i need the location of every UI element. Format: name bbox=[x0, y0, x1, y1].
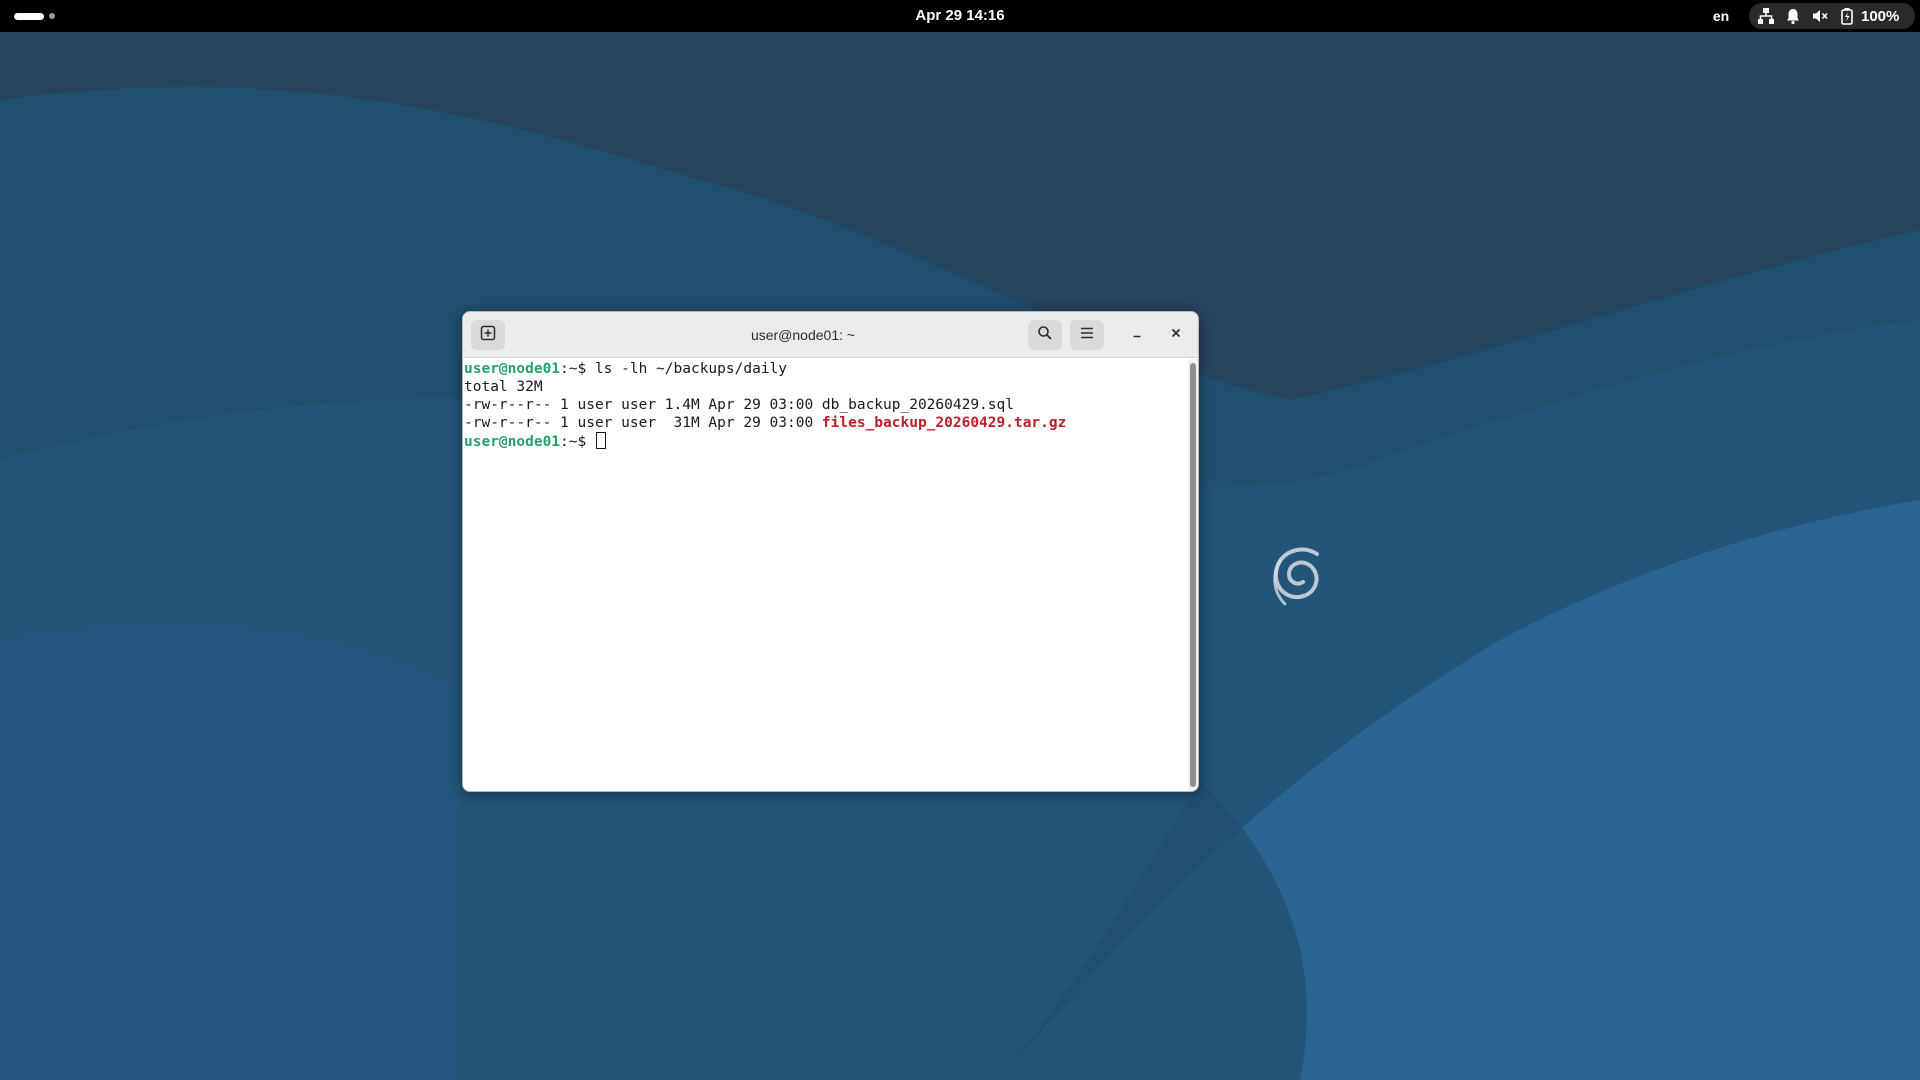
terminal-window[interactable]: user@node01: ~ user@node01:~$ ls -lh ~/b… bbox=[462, 311, 1199, 792]
search-icon bbox=[1037, 325, 1053, 346]
terminal-output[interactable]: user@node01:~$ ls -lh ~/backups/daily tot… bbox=[463, 359, 1187, 791]
hamburger-menu-icon bbox=[1079, 325, 1095, 346]
search-button[interactable] bbox=[1028, 320, 1062, 350]
activities-indicator[interactable] bbox=[14, 10, 55, 22]
prompt-user-host: user@node01 bbox=[464, 434, 561, 450]
file-listing-details: -rw-r--r-- 1 user user 31M Apr 29 03:00 bbox=[464, 415, 822, 431]
workspace-dot bbox=[49, 13, 55, 19]
notification-bell-icon bbox=[1784, 7, 1802, 25]
minimize-icon bbox=[1131, 326, 1143, 344]
main-menu-button[interactable] bbox=[1070, 320, 1104, 350]
new-tab-icon bbox=[480, 325, 496, 346]
terminal-scrollbar[interactable] bbox=[1188, 359, 1198, 791]
terminal-line-command: user@node01:~$ ls -lh ~/backups/daily bbox=[464, 360, 1186, 378]
top-bar: Apr 29 14:16 en 100% bbox=[0, 0, 1920, 32]
terminal-titlebar[interactable]: user@node01: ~ bbox=[463, 312, 1198, 358]
close-icon bbox=[1170, 326, 1182, 344]
debian-swirl-logo bbox=[1273, 547, 1319, 606]
volume-muted-icon bbox=[1811, 7, 1829, 25]
scrollbar-thumb[interactable] bbox=[1190, 363, 1196, 787]
minimize-button[interactable] bbox=[1125, 323, 1149, 347]
prompt-suffix: :~$ bbox=[560, 434, 595, 450]
prompt-command: :~$ ls -lh ~/backups/daily bbox=[560, 361, 788, 377]
text-cursor bbox=[595, 432, 606, 449]
clock-area: Apr 29 14:16 bbox=[0, 0, 1920, 32]
window-title: user@node01: ~ bbox=[750, 327, 856, 343]
battery-icon bbox=[1838, 7, 1856, 25]
clock[interactable]: Apr 29 14:16 bbox=[915, 7, 1004, 24]
terminal-line-file-sql: -rw-r--r-- 1 user user 1.4M Apr 29 03:00… bbox=[464, 397, 1014, 413]
terminal-line-prompt: user@node01:~$ bbox=[464, 432, 1186, 450]
terminal-line-total: total 32M bbox=[464, 379, 543, 395]
system-tray[interactable]: 100% bbox=[1749, 3, 1915, 29]
new-tab-button[interactable] bbox=[471, 320, 505, 350]
battery-percentage: 100% bbox=[1861, 7, 1900, 25]
close-button[interactable] bbox=[1164, 323, 1188, 347]
prompt-user-host: user@node01 bbox=[464, 361, 561, 377]
keyboard-language-indicator[interactable]: en bbox=[1700, 0, 1742, 32]
terminal-line-file-archive: -rw-r--r-- 1 user user 31M Apr 29 03:00 … bbox=[464, 414, 1186, 432]
workspace-active-pill bbox=[14, 12, 44, 20]
network-icon bbox=[1757, 7, 1775, 25]
archive-filename: files_backup_20260429.tar.gz bbox=[821, 415, 1067, 431]
